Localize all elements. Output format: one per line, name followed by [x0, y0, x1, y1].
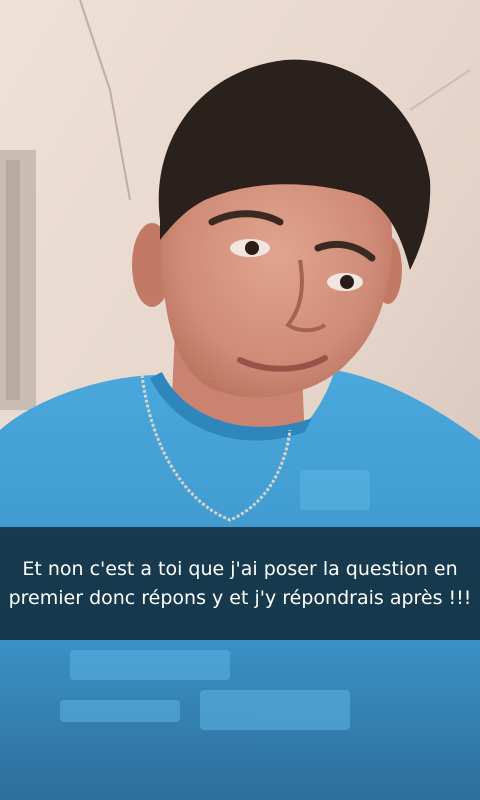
snap-photo: Et non c'est a toi que j'ai poser la que…: [0, 0, 480, 800]
snap-caption-text: Et non c'est a toi que j'ai poser la que…: [8, 557, 472, 609]
selfie-illustration: [0, 0, 480, 800]
snap-caption-bar: Et non c'est a toi que j'ai poser la que…: [0, 527, 480, 640]
